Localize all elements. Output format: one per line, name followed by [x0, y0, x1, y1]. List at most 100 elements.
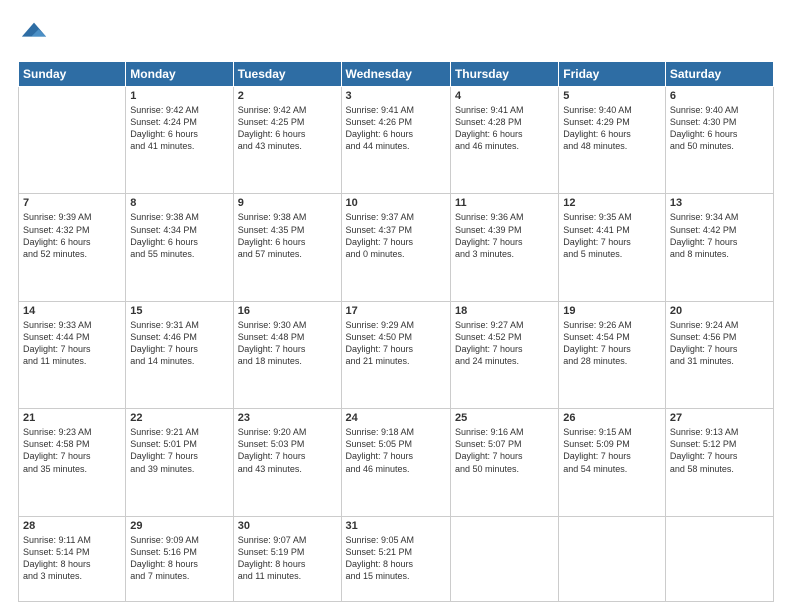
day-info: Sunrise: 9:05 AM Sunset: 5:21 PM Dayligh… [346, 534, 446, 583]
day-number: 16 [238, 305, 337, 317]
day-number: 18 [455, 305, 554, 317]
day-number: 23 [238, 412, 337, 424]
calendar-cell: 25Sunrise: 9:16 AM Sunset: 5:07 PM Dayli… [450, 409, 558, 516]
day-info: Sunrise: 9:21 AM Sunset: 5:01 PM Dayligh… [130, 426, 228, 475]
day-number: 26 [563, 412, 661, 424]
weekday-header-wednesday: Wednesday [341, 62, 450, 87]
calendar-cell: 13 Sunrise: 9:34 AM Sunset: 4:42 PM Dayli… [665, 194, 773, 301]
calendar-week-row: 28 Sunrise: 9:11 AM Sunset: 5:14 PM Dayli… [19, 516, 774, 601]
calendar-cell: 22 Sunrise: 9:21 AM Sunset: 5:01 PM Dayli… [126, 409, 233, 516]
day-info: Sunrise: 9:40 AM Sunset: 4:30 PM Dayligh… [670, 104, 769, 153]
day-info: Sunrise: 9:34 AM Sunset: 4:42 PM Dayligh… [670, 211, 769, 260]
calendar-cell [559, 516, 666, 601]
calendar-cell: 18 Sunrise: 9:27 AM Sunset: 4:52 PM Dayli… [450, 301, 558, 408]
weekday-header-row: SundayMondayTuesdayWednesdayThursdayFrid… [19, 62, 774, 87]
calendar-cell: 9 Sunrise: 9:38 AM Sunset: 4:35 PM Daylig… [233, 194, 341, 301]
day-info: Sunrise: 9:39 AM Sunset: 4:32 PM Dayligh… [23, 211, 121, 260]
calendar: SundayMondayTuesdayWednesdayThursdayFrid… [18, 61, 774, 602]
day-number: 6 [670, 90, 769, 102]
day-number: 10 [346, 197, 446, 209]
calendar-cell: 15Sunrise: 9:31 AM Sunset: 4:46 PM Dayli… [126, 301, 233, 408]
day-info: Sunrise: 9:16 AM Sunset: 5:07 PM Dayligh… [455, 426, 554, 475]
day-info: Sunrise: 9:20 AM Sunset: 5:03 PM Dayligh… [238, 426, 337, 475]
weekday-header-thursday: Thursday [450, 62, 558, 87]
weekday-header-sunday: Sunday [19, 62, 126, 87]
day-info: Sunrise: 9:41 AM Sunset: 4:26 PM Dayligh… [346, 104, 446, 153]
page: SundayMondayTuesdayWednesdayThursdayFrid… [0, 0, 792, 612]
calendar-cell: 4 Sunrise: 9:41 AM Sunset: 4:28 PM Daylig… [450, 87, 558, 194]
day-info: Sunrise: 9:40 AM Sunset: 4:29 PM Dayligh… [563, 104, 661, 153]
day-info: Sunrise: 9:29 AM Sunset: 4:50 PM Dayligh… [346, 319, 446, 368]
day-number: 30 [238, 520, 337, 532]
day-number: 17 [346, 305, 446, 317]
day-number: 14 [23, 305, 121, 317]
calendar-cell: 3 Sunrise: 9:41 AM Sunset: 4:26 PM Daylig… [341, 87, 450, 194]
day-number: 31 [346, 520, 446, 532]
calendar-cell: 19 Sunrise: 9:26 AM Sunset: 4:54 PM Dayli… [559, 301, 666, 408]
day-info: Sunrise: 9:33 AM Sunset: 4:44 PM Dayligh… [23, 319, 121, 368]
day-number: 7 [23, 197, 121, 209]
day-info: Sunrise: 9:42 AM Sunset: 4:24 PM Dayligh… [130, 104, 228, 153]
day-info: Sunrise: 9:41 AM Sunset: 4:28 PM Dayligh… [455, 104, 554, 153]
calendar-table: SundayMondayTuesdayWednesdayThursdayFrid… [18, 61, 774, 602]
calendar-cell: 26Sunrise: 9:15 AM Sunset: 5:09 PM Dayli… [559, 409, 666, 516]
logo [18, 18, 48, 51]
day-number: 4 [455, 90, 554, 102]
day-number: 9 [238, 197, 337, 209]
day-info: Sunrise: 9:11 AM Sunset: 5:14 PM Dayligh… [23, 534, 121, 583]
calendar-cell: 14 Sunrise: 9:33 AM Sunset: 4:44 PM Dayli… [19, 301, 126, 408]
day-info: Sunrise: 9:36 AM Sunset: 4:39 PM Dayligh… [455, 211, 554, 260]
day-number: 28 [23, 520, 121, 532]
day-info: Sunrise: 9:30 AM Sunset: 4:48 PM Dayligh… [238, 319, 337, 368]
day-info: Sunrise: 9:35 AM Sunset: 4:41 PM Dayligh… [563, 211, 661, 260]
day-number: 21 [23, 412, 121, 424]
calendar-cell: 31 Sunrise: 9:05 AM Sunset: 5:21 PM Dayli… [341, 516, 450, 601]
day-number: 27 [670, 412, 769, 424]
day-number: 8 [130, 197, 228, 209]
calendar-cell: 2 Sunrise: 9:42 AM Sunset: 4:25 PM Daylig… [233, 87, 341, 194]
day-info: Sunrise: 9:09 AM Sunset: 5:16 PM Dayligh… [130, 534, 228, 583]
day-number: 2 [238, 90, 337, 102]
day-number: 19 [563, 305, 661, 317]
day-info: Sunrise: 9:13 AM Sunset: 5:12 PM Dayligh… [670, 426, 769, 475]
day-number: 3 [346, 90, 446, 102]
calendar-cell: 8 Sunrise: 9:38 AM Sunset: 4:34 PM Daylig… [126, 194, 233, 301]
calendar-cell: 6 Sunrise: 9:40 AM Sunset: 4:30 PM Daylig… [665, 87, 773, 194]
calendar-cell: 7 Sunrise: 9:39 AM Sunset: 4:32 PM Daylig… [19, 194, 126, 301]
weekday-header-monday: Monday [126, 62, 233, 87]
day-info: Sunrise: 9:18 AM Sunset: 5:05 PM Dayligh… [346, 426, 446, 475]
calendar-cell: 17 Sunrise: 9:29 AM Sunset: 4:50 PM Dayli… [341, 301, 450, 408]
day-number: 11 [455, 197, 554, 209]
calendar-cell: 12 Sunrise: 9:35 AM Sunset: 4:41 PM Dayli… [559, 194, 666, 301]
day-number: 22 [130, 412, 228, 424]
calendar-cell: 29 Sunrise: 9:09 AM Sunset: 5:16 PM Dayli… [126, 516, 233, 601]
day-info: Sunrise: 9:23 AM Sunset: 4:58 PM Dayligh… [23, 426, 121, 475]
day-info: Sunrise: 9:42 AM Sunset: 4:25 PM Dayligh… [238, 104, 337, 153]
day-number: 13 [670, 197, 769, 209]
day-info: Sunrise: 9:38 AM Sunset: 4:35 PM Dayligh… [238, 211, 337, 260]
calendar-cell: 11 Sunrise: 9:36 AM Sunset: 4:39 PM Dayli… [450, 194, 558, 301]
calendar-week-row: 7 Sunrise: 9:39 AM Sunset: 4:32 PM Daylig… [19, 194, 774, 301]
day-info: Sunrise: 9:37 AM Sunset: 4:37 PM Dayligh… [346, 211, 446, 260]
day-info: Sunrise: 9:38 AM Sunset: 4:34 PM Dayligh… [130, 211, 228, 260]
logo-icon [20, 18, 48, 46]
calendar-cell: 28 Sunrise: 9:11 AM Sunset: 5:14 PM Dayli… [19, 516, 126, 601]
calendar-week-row: 14 Sunrise: 9:33 AM Sunset: 4:44 PM Dayli… [19, 301, 774, 408]
calendar-week-row: 1Sunrise: 9:42 AM Sunset: 4:24 PM Daylig… [19, 87, 774, 194]
day-number: 12 [563, 197, 661, 209]
weekday-header-friday: Friday [559, 62, 666, 87]
day-number: 29 [130, 520, 228, 532]
calendar-cell: 5Sunrise: 9:40 AM Sunset: 4:29 PM Daylig… [559, 87, 666, 194]
calendar-cell: 10 Sunrise: 9:37 AM Sunset: 4:37 PM Dayli… [341, 194, 450, 301]
calendar-cell: 30Sunrise: 9:07 AM Sunset: 5:19 PM Dayli… [233, 516, 341, 601]
calendar-cell: 1Sunrise: 9:42 AM Sunset: 4:24 PM Daylig… [126, 87, 233, 194]
calendar-cell [19, 87, 126, 194]
calendar-cell: 23 Sunrise: 9:20 AM Sunset: 5:03 PM Dayli… [233, 409, 341, 516]
day-info: Sunrise: 9:26 AM Sunset: 4:54 PM Dayligh… [563, 319, 661, 368]
weekday-header-tuesday: Tuesday [233, 62, 341, 87]
calendar-cell: 16 Sunrise: 9:30 AM Sunset: 4:48 PM Dayli… [233, 301, 341, 408]
calendar-week-row: 21 Sunrise: 9:23 AM Sunset: 4:58 PM Dayli… [19, 409, 774, 516]
calendar-cell: 27 Sunrise: 9:13 AM Sunset: 5:12 PM Dayli… [665, 409, 773, 516]
day-info: Sunrise: 9:27 AM Sunset: 4:52 PM Dayligh… [455, 319, 554, 368]
calendar-cell [450, 516, 558, 601]
